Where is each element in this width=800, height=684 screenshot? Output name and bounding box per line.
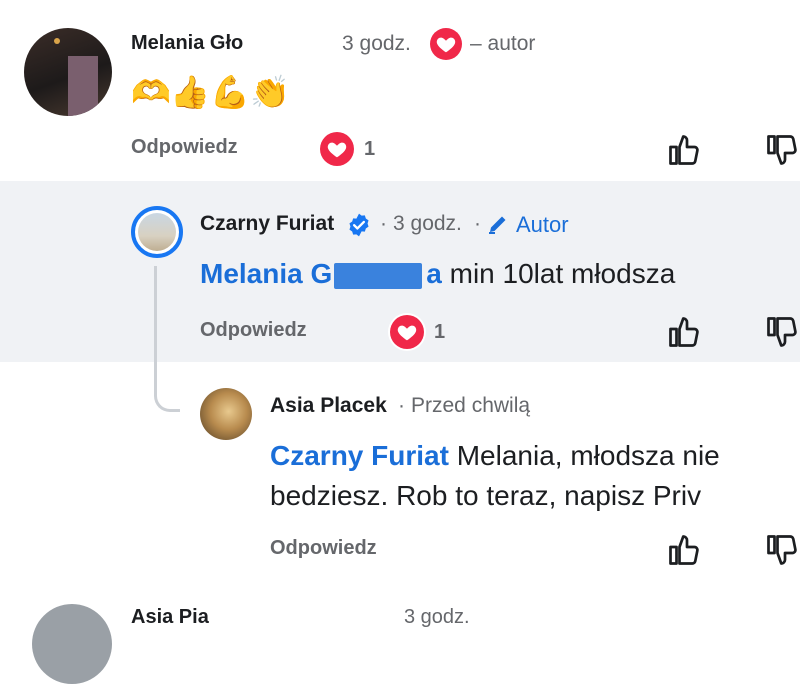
love-reaction-icon — [430, 28, 462, 60]
comment-author[interactable]: Asia Pia — [131, 606, 209, 629]
dislike-icon[interactable] — [764, 532, 800, 573]
avatar-photo — [138, 213, 176, 251]
like-icon[interactable] — [666, 314, 702, 355]
dislike-icon[interactable] — [764, 314, 800, 355]
mention-link[interactable]: Melania G — [200, 258, 332, 289]
comment-time: 3 godz. — [393, 212, 462, 235]
comment-text: Czarny Furiat Melania, młodsza nie bedzi… — [270, 436, 790, 516]
comment-time: 3 godz. — [404, 606, 470, 628]
comment-author[interactable]: Czarny Furiat — [200, 212, 334, 236]
emoji-heart-hands: 🫶 — [131, 74, 171, 110]
comment-author[interactable]: Melania Gło — [131, 32, 243, 55]
avatar-photo-light — [54, 38, 60, 44]
comment-author[interactable]: Asia Placek — [270, 394, 387, 418]
thread-connector — [154, 266, 180, 412]
emoji-flexed-biceps: 💪 — [210, 74, 250, 110]
comment-body-line1: Melania, młodsza nie — [448, 440, 720, 471]
comment-time: 3 godz. — [342, 32, 411, 55]
comment-text: Melania G a min 10lat młodsza — [200, 258, 675, 290]
love-reaction-icon[interactable] — [390, 315, 424, 349]
comment-body-line2: bedziesz. Rob to teraz, napisz Priv — [270, 480, 702, 511]
mention-link-tail[interactable]: a — [426, 258, 442, 289]
like-icon[interactable] — [666, 132, 702, 173]
emoji-clapping-hands: 👏 — [250, 74, 290, 110]
redaction-mask — [250, 30, 342, 58]
avatar[interactable] — [32, 604, 112, 684]
separator: · — [398, 394, 405, 417]
verified-badge-icon — [346, 212, 372, 238]
reaction-count: 1 — [364, 138, 376, 160]
avatar[interactable] — [200, 388, 252, 440]
author-badge: Autor — [516, 212, 569, 237]
emoji-thumbs-up: 👍 — [170, 74, 210, 110]
separator: · — [380, 212, 387, 235]
mention-link[interactable]: Czarny Furiat — [270, 440, 449, 471]
comment-body: min 10lat młodsza — [441, 258, 676, 289]
separator: · — [474, 212, 481, 235]
love-reaction-icon[interactable] — [320, 132, 354, 166]
like-icon[interactable] — [666, 532, 702, 573]
avatar-photo-detail — [68, 56, 98, 116]
reply-button[interactable]: Odpowiedz — [200, 319, 307, 342]
pencil-icon — [486, 212, 510, 236]
comment-time: Przed chwilą — [411, 394, 531, 417]
redaction-mask — [334, 262, 423, 289]
avatar[interactable] — [24, 28, 112, 116]
dislike-icon[interactable] — [764, 132, 800, 173]
reaction-count: 1 — [434, 321, 446, 343]
reply-button[interactable]: Odpowiedz — [270, 537, 377, 560]
reply-button[interactable]: Odpowiedz — [131, 136, 238, 159]
author-badge: – autor — [470, 32, 536, 55]
avatar[interactable] — [131, 206, 183, 258]
